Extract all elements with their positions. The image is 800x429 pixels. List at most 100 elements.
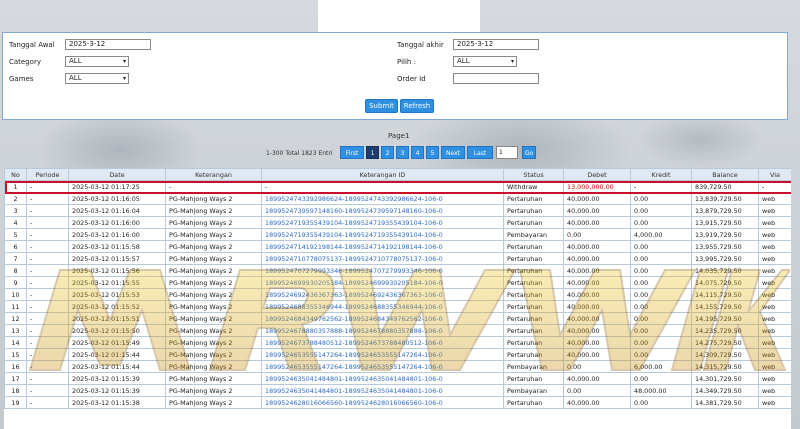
cell-date: 2025-03-12 01:16:05	[68, 192, 166, 205]
cell-status: Pembayaran	[503, 384, 564, 397]
cell-keterangan-id[interactable]: 1899524699930205184-1899524699930205184-…	[261, 276, 504, 289]
cell-keterangan: PG-Mahjong Ways 2	[165, 348, 262, 361]
cell-keterangan-id[interactable]: 1899524653555147264-1899524653555147264-…	[261, 360, 504, 373]
filter-panel: Tanggal Awal 2025-3-12 Category ALL ▾ Ga…	[2, 32, 788, 120]
cell-via: web	[758, 276, 791, 289]
cell-debet: 0.00	[563, 360, 631, 373]
header-balance[interactable]: Balance	[691, 168, 759, 181]
refresh-button[interactable]: Refresh	[400, 99, 434, 113]
cell-no: 9	[4, 276, 27, 289]
cell-no: 13	[4, 324, 27, 337]
cell-status: Pertaruhan	[503, 312, 564, 325]
page-button-1[interactable]: 1	[366, 146, 379, 159]
table-row: 1-2025-03-12 01:17:25- - Withdraw 13,000,00…	[4, 180, 791, 193]
cell-keterangan: PG-Mahjong Ways 2	[165, 264, 262, 277]
page-button-2[interactable]: 2	[381, 146, 394, 159]
cell-kredit: 0.00	[630, 204, 692, 217]
cell-kredit: 4,000.00	[630, 228, 692, 241]
cell-date: 2025-03-12 01:15:52	[68, 300, 166, 313]
cell-keterangan-id[interactable]: 1899524714192198144-1899524714192198144-…	[261, 240, 504, 253]
cell-no: 5	[4, 228, 27, 241]
cell-periode: -	[26, 396, 69, 409]
header-keterangan[interactable]: Keterangan	[165, 168, 262, 181]
cell-periode: -	[26, 180, 69, 193]
cell-no: 2	[4, 192, 27, 205]
cell-via: web	[758, 252, 791, 265]
total-entries: 1-300 Total 1823 Entri	[266, 150, 333, 157]
cell-keterangan-id[interactable]: 1899524635041484801-1899524635041484801-…	[261, 384, 504, 397]
cell-kredit: 0.00	[630, 312, 692, 325]
cell-via: web	[758, 288, 791, 301]
header-date[interactable]: Date	[68, 168, 166, 181]
cell-status: Pertaruhan	[503, 324, 564, 337]
cell-no: 16	[4, 360, 27, 373]
cell-periode: -	[26, 276, 69, 289]
cell-status: Pertaruhan	[503, 300, 564, 313]
cell-keterangan-id[interactable]: 1899524719355439104-1899524719355439104-…	[261, 228, 504, 241]
cell-periode: -	[26, 216, 69, 229]
cell-status: Pertaruhan	[503, 336, 564, 349]
header-no[interactable]: No	[4, 168, 27, 181]
page-number-input[interactable]: 1	[496, 146, 518, 159]
header-periode[interactable]: Periode	[26, 168, 69, 181]
cell-no: 12	[4, 312, 27, 325]
order-id-input[interactable]	[453, 73, 539, 84]
cell-via: web	[758, 348, 791, 361]
cell-date: 2025-03-12 01:15:58	[68, 240, 166, 253]
cell-debet: 40,000.00	[563, 348, 631, 361]
cell-periode: -	[26, 204, 69, 217]
pilih-select[interactable]: ALL ▾	[453, 56, 517, 67]
cell-status: Pertaruhan	[503, 204, 564, 217]
cell-balance: 14,309,729.50	[691, 348, 759, 361]
cell-keterangan-id[interactable]: 1899524688355346944-1899524688355346944-…	[261, 300, 504, 313]
table-row: 6-2025-03-12 01:15:58 PG-Mahjong Ways 2 18…	[4, 240, 791, 253]
cell-debet: 40,000.00	[563, 264, 631, 277]
cell-status: Pertaruhan	[503, 288, 564, 301]
cell-keterangan-id[interactable]: 1899524678880357888-1899524678880357888-…	[261, 324, 504, 337]
category-select[interactable]: ALL ▾	[65, 56, 129, 67]
cell-keterangan-id[interactable]: 1899524743392986624-1899524743392986624-…	[261, 192, 504, 205]
tanggal-akhir-row: Tanggal akhir 2025-3-12	[397, 39, 539, 50]
cell-debet: 40,000.00	[563, 324, 631, 337]
first-page-button[interactable]: First	[340, 146, 364, 159]
cell-keterangan-id[interactable]: 1899524653555147264-1899524653555147264-…	[261, 348, 504, 361]
cell-keterangan: PG-Mahjong Ways 2	[165, 192, 262, 205]
cell-keterangan-id[interactable]: 1899524673788480512-1899524673788480512-…	[261, 336, 504, 349]
page-button-3[interactable]: 3	[396, 146, 409, 159]
cell-periode: -	[26, 240, 69, 253]
header-kredit[interactable]: Kredit	[630, 168, 692, 181]
cell-keterangan-id[interactable]: 1899524628016066560-1899524628016066560-…	[261, 396, 504, 409]
cell-via: web	[758, 300, 791, 313]
go-button[interactable]: Go	[522, 146, 536, 159]
last-page-button[interactable]: Last	[467, 146, 493, 159]
tanggal-akhir-input[interactable]: 2025-3-12	[453, 39, 539, 50]
cell-status: Pertaruhan	[503, 396, 564, 409]
header-debet[interactable]: Debet	[563, 168, 631, 181]
games-select[interactable]: ALL ▾	[65, 73, 129, 84]
cell-keterangan-id[interactable]: 1899524684349762562-1899524684349762562-…	[261, 312, 504, 325]
cell-keterangan: PG-Mahjong Ways 2	[165, 384, 262, 397]
pager: Page1 1-300 Total 1823 Entri First 1 2 3…	[0, 128, 800, 164]
cell-kredit: 0.00	[630, 252, 692, 265]
header-keterangan-id[interactable]: Keterangan ID	[261, 168, 504, 181]
cell-balance: 13,879,729.50	[691, 204, 759, 217]
cell-date: 2025-03-12 01:15:51	[68, 312, 166, 325]
cell-balance: 14,115,729.50	[691, 288, 759, 301]
cell-keterangan-id[interactable]: 1899524707279993346-1899524707279993346-…	[261, 264, 504, 277]
cell-keterangan-id[interactable]: 1899524710778075137-1899524710778075137-…	[261, 252, 504, 265]
page-button-4[interactable]: 4	[411, 146, 424, 159]
tanggal-awal-input[interactable]: 2025-3-12	[65, 39, 151, 50]
cell-keterangan-id[interactable]: 1899524719355439104-1899524719355439104-…	[261, 216, 504, 229]
next-page-button[interactable]: Next	[441, 146, 465, 159]
submit-button[interactable]: Submit	[365, 99, 398, 113]
table-row: 16-2025-03-12 01:15:44 PG-Mahjong Ways 21…	[4, 360, 791, 373]
cell-keterangan-id[interactable]: 1899524739597148160-1899524739597148160-…	[261, 204, 504, 217]
header-status[interactable]: Status	[503, 168, 564, 181]
cell-via: web	[758, 336, 791, 349]
cell-debet: 40,000.00	[563, 204, 631, 217]
cell-keterangan-id[interactable]: 1899524692436367363-1899524692436367363-…	[261, 288, 504, 301]
cell-kredit: 48,000.00	[630, 384, 692, 397]
cell-keterangan-id[interactable]: 1899524635041484801-1899524635041484801-…	[261, 372, 504, 385]
page-button-5[interactable]: 5	[426, 146, 439, 159]
header-via[interactable]: Via	[758, 168, 791, 181]
